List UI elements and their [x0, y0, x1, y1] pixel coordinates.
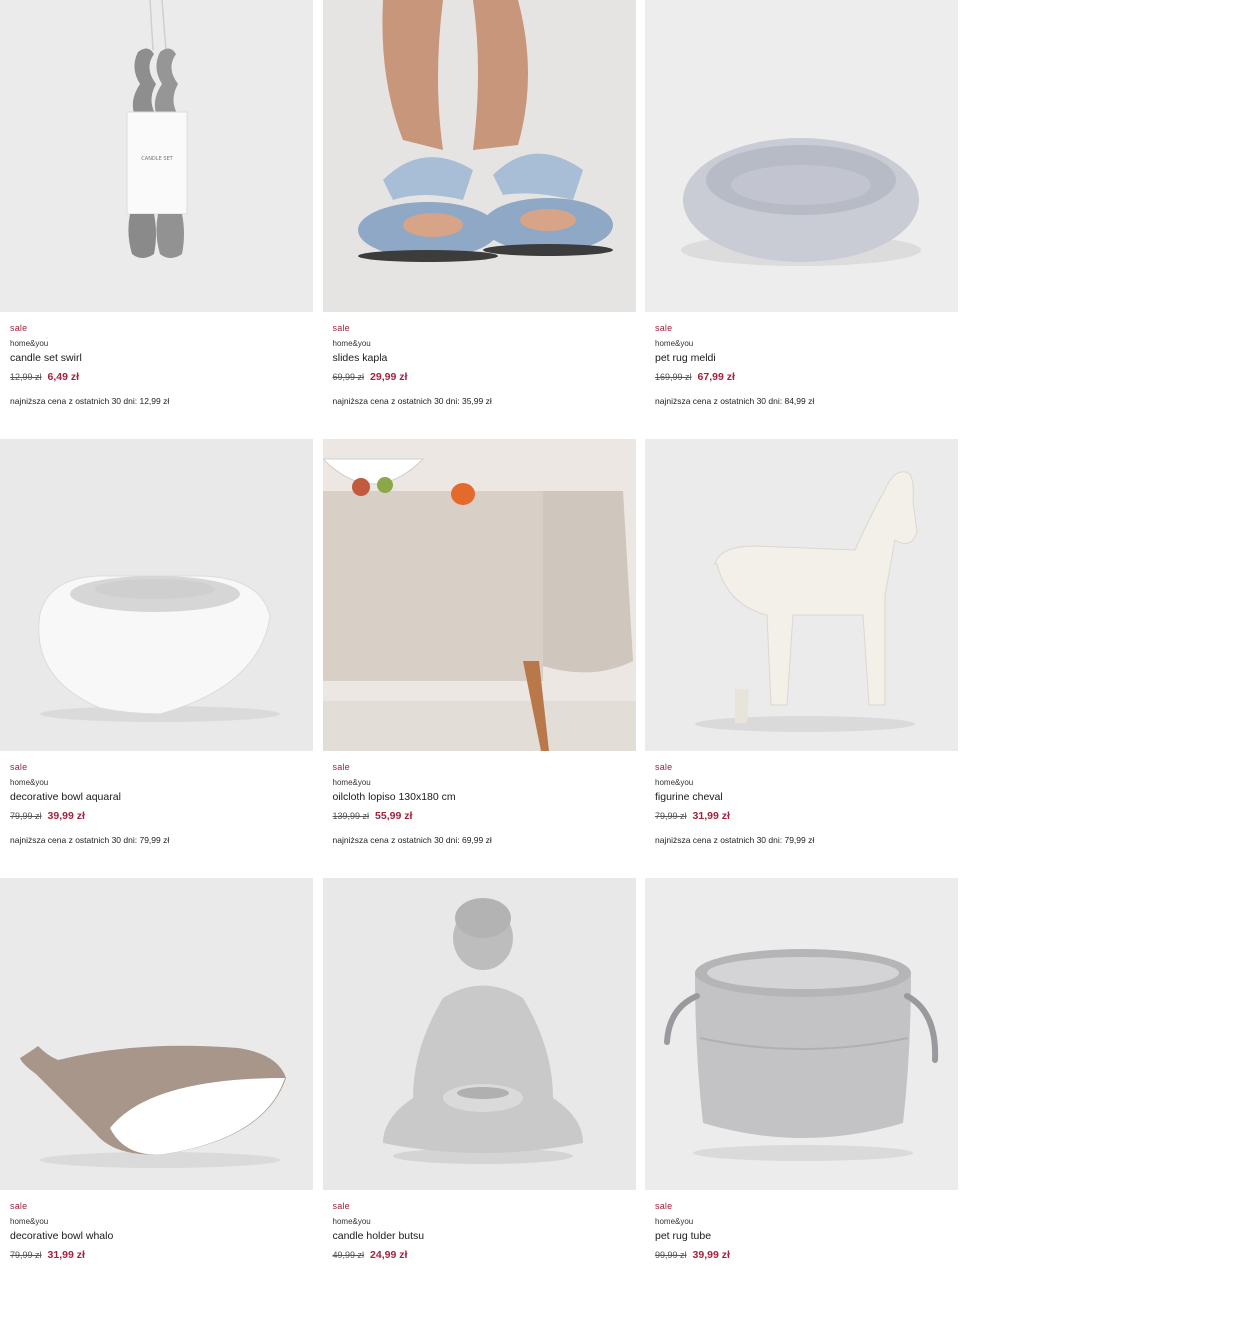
product-image-slides[interactable] — [322, 0, 636, 312]
product-card[interactable]: sale home&you decorative bowl aquaral 79… — [0, 439, 313, 878]
old-price: 79,99 zł — [10, 811, 42, 821]
lowest-price-note: najniższa cena z ostatnich 30 dni: 84,99… — [655, 396, 815, 406]
lowest-price-note — [333, 1273, 626, 1285]
sale-price: 6,49 zł — [47, 371, 80, 383]
sale-price: 55,99 zł — [375, 810, 413, 822]
sale-badge: sale — [655, 1201, 673, 1211]
product-card[interactable]: sale home&you oilcloth lopiso 130x180 cm… — [322, 439, 636, 878]
sale-price: 29,99 zł — [370, 371, 408, 383]
sale-badge: sale — [10, 762, 28, 772]
candle-box-label: CANDLE SET — [141, 156, 173, 162]
brand-label: home&you — [332, 778, 371, 787]
price-row: 139,99 zł 55,99 zł — [333, 808, 626, 824]
lowest-price-note: najniższa cena z ostatnich 30 dni: 35,99… — [332, 396, 492, 406]
lowest-price-note: najniższa cena z ostatnich 30 dni: 12,99… — [10, 396, 170, 406]
lowest-price-note — [655, 1273, 948, 1285]
price-row: 69,99 zł 29,99 zł — [333, 369, 626, 385]
old-price: 49,99 zł — [332, 1250, 365, 1260]
product-image-bowl-aquaral[interactable] — [0, 439, 313, 751]
price-row: 79,99 zł 31,99 zł — [655, 808, 948, 824]
sale-price: 31,99 zł — [692, 810, 730, 822]
product-card[interactable]: sale home&you decorative bowl whalo 79,9… — [0, 878, 313, 1317]
product-card[interactable]: sale home&you pet rug tube 99,99 zł 39,9… — [645, 878, 958, 1317]
lowest-price-note: najniższa cena z ostatnich 30 dni: 79,99… — [10, 835, 170, 845]
price-row: 79,99 zł 39,99 zł — [10, 808, 303, 824]
old-price: 69,99 zł — [332, 372, 365, 382]
price-row: 99,99 zł 39,99 zł — [655, 1247, 948, 1263]
old-price: 79,99 zł — [10, 1250, 42, 1260]
brand-label: home&you — [10, 1217, 49, 1226]
product-name[interactable]: pet rug tube — [655, 1229, 948, 1243]
sale-price: 67,99 zł — [697, 371, 735, 383]
sale-badge: sale — [10, 1201, 28, 1211]
sale-price: 24,99 zł — [370, 1249, 408, 1261]
product-image-pet-rug-tube[interactable] — [645, 878, 958, 1190]
product-image-candle-holder-butsu[interactable] — [322, 878, 636, 1190]
price-row: 169,99 zł 67,99 zł — [655, 369, 948, 385]
old-price: 99,99 zł — [655, 1250, 687, 1260]
product-name[interactable]: slides kapla — [333, 351, 626, 365]
brand-label: home&you — [10, 778, 49, 787]
sale-price: 39,99 zł — [47, 810, 85, 822]
brand-label: home&you — [332, 1217, 371, 1226]
product-grid: CANDLE SET sale home&you candle set swir… — [0, 0, 958, 1317]
product-image-figurine-cheval[interactable] — [645, 439, 958, 751]
product-name[interactable]: pet rug meldi — [655, 351, 948, 365]
product-image-bowl-whalo[interactable] — [0, 878, 313, 1190]
product-image-candle-set[interactable]: CANDLE SET — [0, 0, 313, 312]
brand-label: home&you — [655, 778, 694, 787]
product-card[interactable]: sale home&you candle holder butsu 49,99 … — [322, 878, 636, 1317]
sale-badge: sale — [332, 1201, 350, 1211]
product-name[interactable]: candle holder butsu — [333, 1229, 626, 1243]
lowest-price-note — [10, 1273, 303, 1285]
old-price: 12,99 zł — [10, 372, 42, 382]
price-row: 49,99 zł 24,99 zł — [333, 1247, 626, 1263]
sale-badge: sale — [332, 323, 350, 333]
lowest-price-note: najniższa cena z ostatnich 30 dni: 69,99… — [332, 835, 492, 845]
product-name[interactable]: figurine cheval — [655, 790, 948, 804]
sale-badge: sale — [332, 762, 350, 772]
brand-label: home&you — [655, 339, 694, 348]
lowest-price-note: najniższa cena z ostatnich 30 dni: 79,99… — [655, 835, 815, 845]
brand-label: home&you — [332, 339, 371, 348]
product-name[interactable]: decorative bowl whalo — [10, 1229, 303, 1243]
old-price: 79,99 zł — [655, 811, 687, 821]
product-image-pet-rug-meldi[interactable] — [645, 0, 958, 312]
product-name[interactable]: oilcloth lopiso 130x180 cm — [333, 790, 626, 804]
sale-badge: sale — [655, 762, 673, 772]
product-card[interactable]: sale home&you figurine cheval 79,99 zł 3… — [645, 439, 958, 878]
price-row: 79,99 zł 31,99 zł — [10, 1247, 303, 1263]
product-image-oilcloth[interactable] — [322, 439, 636, 751]
sale-badge: sale — [655, 323, 673, 333]
old-price: 169,99 zł — [655, 372, 692, 382]
product-name[interactable]: decorative bowl aquaral — [10, 790, 303, 804]
product-card[interactable]: sale home&you slides kapla 69,99 zł 29,9… — [322, 0, 636, 439]
brand-label: home&you — [655, 1217, 694, 1226]
product-name[interactable]: candle set swirl — [10, 351, 303, 365]
sale-price: 31,99 zł — [47, 1249, 85, 1261]
price-row: 12,99 zł 6,49 zł — [10, 369, 303, 385]
brand-label: home&you — [10, 339, 49, 348]
old-price: 139,99 zł — [332, 811, 370, 821]
sale-price: 39,99 zł — [692, 1249, 730, 1261]
product-card[interactable]: sale home&you pet rug meldi 169,99 zł 67… — [645, 0, 958, 439]
sale-badge: sale — [10, 323, 28, 333]
product-card[interactable]: CANDLE SET sale home&you candle set swir… — [0, 0, 313, 439]
